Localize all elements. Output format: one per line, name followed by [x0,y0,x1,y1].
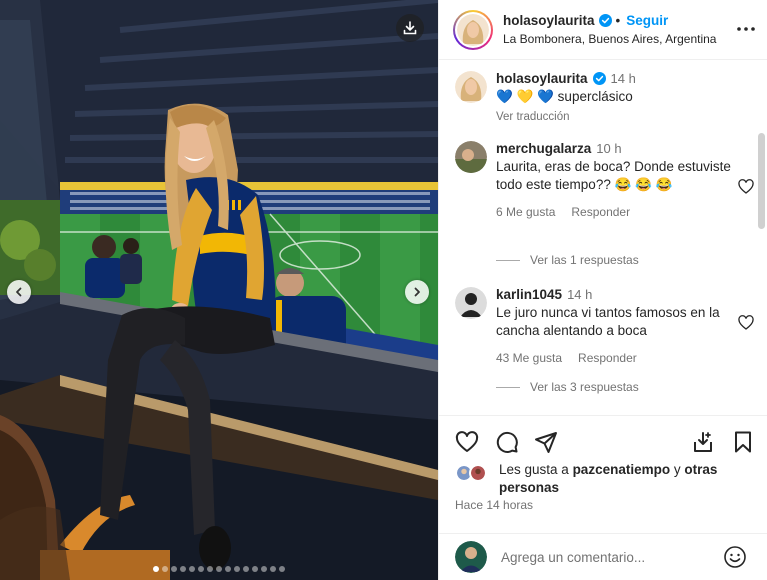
author-avatar[interactable] [455,71,487,103]
chevron-left-icon [16,287,22,297]
add-to-collection-button[interactable] [690,429,716,455]
verified-badge-icon [592,72,606,85]
download-icon [403,21,417,35]
caption-username[interactable]: holasoylaurita [496,71,588,86]
comment-username[interactable]: karlin1045 [496,287,562,302]
author-avatar [457,13,489,46]
carousel-dot [189,566,195,572]
heart-icon [455,431,479,452]
comment-username[interactable]: merchugalarza [496,141,591,156]
comment-icon [496,431,518,453]
send-icon [535,432,557,453]
post-photo [0,0,438,580]
see-translation-link[interactable]: Ver traducción [496,111,746,123]
heart-icon[interactable] [738,179,754,195]
carousel-prev-button[interactable] [7,280,31,304]
verified-badge-icon [598,14,612,27]
comment-likes-count[interactable]: 43 Me gusta [496,351,562,365]
carousel-dot [234,566,240,572]
comment-time: 14 h [567,287,593,302]
share-button[interactable] [533,429,559,455]
carousel-dot [261,566,267,572]
bookmark-icon [735,431,751,453]
carousel-dot [198,566,204,572]
add-comment-bar [439,533,767,580]
author-username[interactable]: holasoylaurita [503,13,595,28]
post-header: holasoylaurita • Seguir La Bombonera, Bu… [439,0,767,60]
likes-summary: Les gusta a pazcenatiempo y otras person… [455,461,755,497]
carousel-dot [207,566,213,572]
comment-text: Le juro nunca vi tantos famosos en la ca… [496,305,720,338]
likes-prefix: Les gusta a [499,462,573,477]
likes-connector: y [670,462,685,477]
carousel-indicator [0,566,438,572]
comment-likes-count[interactable]: 6 Me gusta [496,205,555,219]
more-horizontal-icon [737,27,755,31]
carousel-dot [225,566,231,572]
carousel-dot [252,566,258,572]
caption-text: 💙 💛 💙 superclásico [496,89,633,104]
view-replies-button[interactable]: Ver las 1 respuestas [496,253,639,267]
location-link[interactable]: La Bombonera, Buenos Aires, Argentina [503,32,767,46]
post-timestamp[interactable]: Hace 14 horas [455,498,533,512]
comment-text: Laurita, eras de boca? Donde estuviste t… [496,159,731,192]
carousel-dot [270,566,276,572]
follow-button[interactable]: Seguir [626,13,668,28]
caption-time: 14 h [610,71,636,86]
carousel-dot [279,566,285,572]
comments-list[interactable]: holasoylaurita 14 h 💙 💛 💙 superclásico V… [439,61,767,415]
download-button[interactable] [396,14,424,42]
view-replies-label: Ver las 3 respuestas [530,380,639,394]
commenter-avatar[interactable] [455,287,487,319]
reply-button[interactable]: Responder [571,205,630,219]
comment-button[interactable] [494,429,520,455]
comments-scrollbar[interactable] [758,133,765,229]
like-button[interactable] [454,429,480,455]
comment-time: 10 h [596,141,622,156]
carousel-dot [216,566,222,572]
comment-input[interactable] [501,549,725,565]
view-replies-label: Ver las 1 respuestas [530,253,639,267]
post-details-panel: holasoylaurita • Seguir La Bombonera, Bu… [438,0,767,580]
chevron-right-icon [414,287,420,297]
add-to-collection-icon [694,432,712,452]
more-options-button[interactable] [735,18,757,40]
carousel-dot [162,566,168,572]
post-actions [439,415,767,465]
carousel-dot [180,566,186,572]
emoji-icon[interactable] [723,545,747,569]
carousel-dot [171,566,177,572]
liker-username[interactable]: pazcenatiempo [573,462,671,477]
reply-button[interactable]: Responder [578,351,637,365]
carousel-dot [153,566,159,572]
carousel-dot [243,566,249,572]
current-user-avatar [455,541,487,573]
carousel-next-button[interactable] [405,280,429,304]
save-button[interactable] [730,429,756,455]
heart-icon[interactable] [738,315,754,331]
commenter-avatar[interactable] [455,141,487,173]
liker-avatar[interactable] [469,464,487,482]
story-ring[interactable] [453,9,493,50]
stadium-photo [0,0,438,580]
view-replies-button[interactable]: Ver las 3 respuestas [496,380,639,394]
